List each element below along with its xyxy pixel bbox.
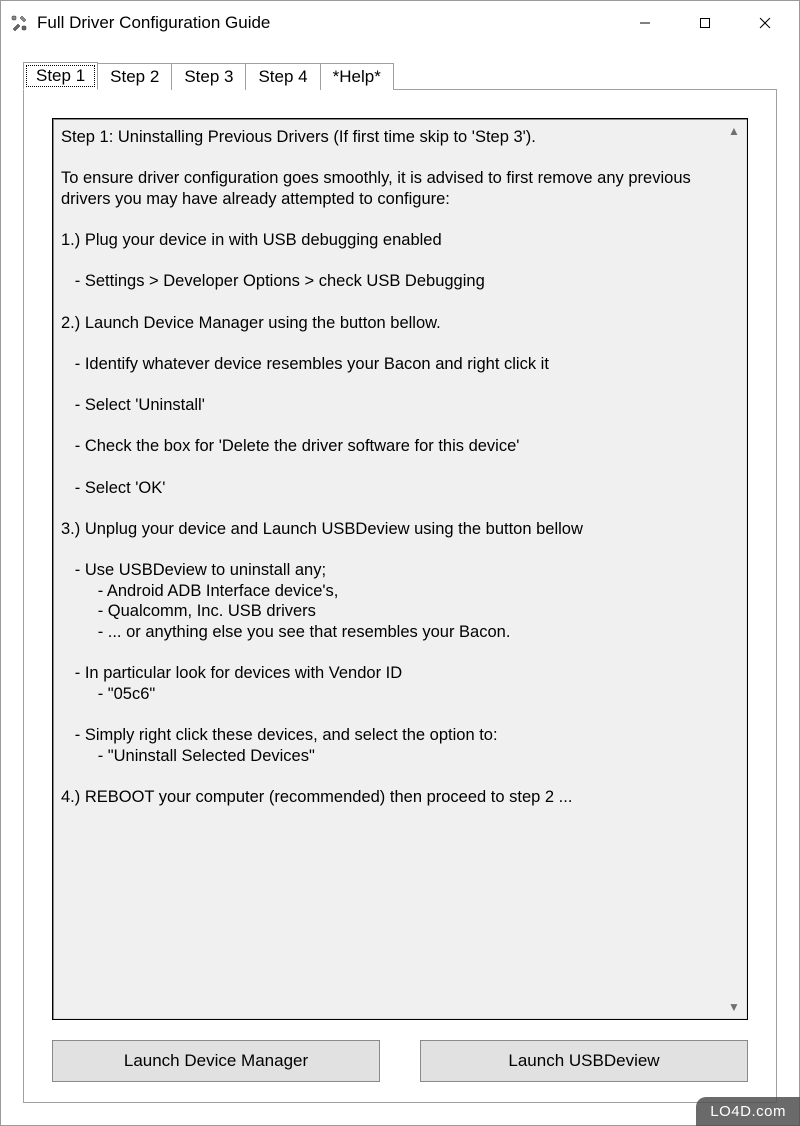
tab-step-1[interactable]: Step 1 xyxy=(23,62,98,90)
instructions-frame: Step 1: Uninstalling Previous Drivers (I… xyxy=(52,118,748,1020)
client-area: Step 1 Step 2 Step 3 Step 4 *Help* Step … xyxy=(1,45,799,1125)
watermark: LO4D.com xyxy=(696,1097,800,1126)
tab-step-2[interactable]: Step 2 xyxy=(97,63,172,90)
scroll-up-icon[interactable]: ▲ xyxy=(728,125,740,137)
window-controls xyxy=(615,1,795,45)
tabstrip: Step 1 Step 2 Step 3 Step 4 *Help* xyxy=(23,61,777,89)
minimize-button[interactable] xyxy=(615,1,675,45)
scroll-down-icon[interactable]: ▼ xyxy=(728,1001,740,1013)
tab-step-3[interactable]: Step 3 xyxy=(171,63,246,90)
app-window: Full Driver Configuration Guide Step 1 S… xyxy=(0,0,800,1126)
tabpanel: Step 1: Uninstalling Previous Drivers (I… xyxy=(23,89,777,1103)
maximize-button[interactable] xyxy=(675,1,735,45)
button-row: Launch Device Manager Launch USBDeview xyxy=(52,1040,748,1082)
window-title: Full Driver Configuration Guide xyxy=(37,13,615,33)
instructions-text[interactable]: Step 1: Uninstalling Previous Drivers (I… xyxy=(55,121,723,1017)
titlebar: Full Driver Configuration Guide xyxy=(1,1,799,45)
app-tools-icon xyxy=(9,13,29,33)
tab-help[interactable]: *Help* xyxy=(320,63,394,90)
tab-step-4[interactable]: Step 4 xyxy=(245,63,320,90)
close-button[interactable] xyxy=(735,1,795,45)
launch-device-manager-button[interactable]: Launch Device Manager xyxy=(52,1040,380,1082)
launch-usbdeview-button[interactable]: Launch USBDeview xyxy=(420,1040,748,1082)
scrollbar[interactable]: ▲ ▼ xyxy=(723,121,745,1017)
